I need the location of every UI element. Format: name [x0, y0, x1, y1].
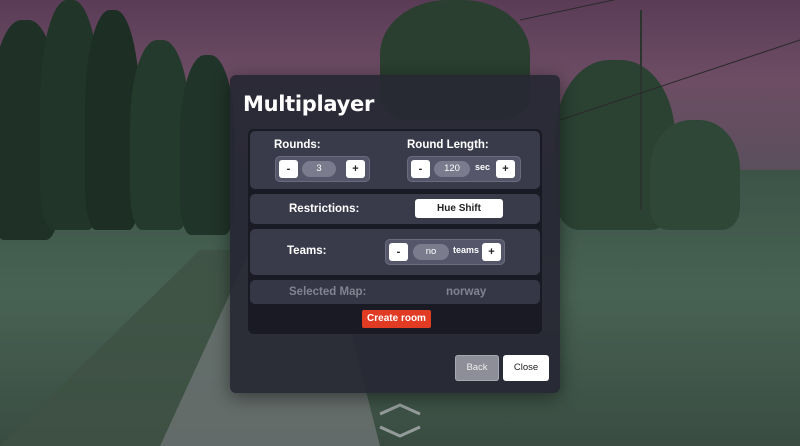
round-length-unit: sec	[475, 162, 491, 172]
round-length-increment-button[interactable]: +	[496, 160, 515, 178]
settings-panel: Rounds: - 3 + Round Length: - 120 sec + …	[248, 129, 542, 334]
restrictions-label: Restrictions:	[289, 203, 360, 215]
teams-unit: teams	[453, 245, 480, 255]
rounds-value: 3	[302, 161, 336, 177]
teams-stepper: - no teams +	[385, 239, 505, 265]
rounds-increment-button[interactable]: +	[346, 160, 365, 178]
teams-label: Teams:	[287, 245, 327, 257]
round-length-label: Round Length:	[407, 139, 489, 151]
create-room-button[interactable]: Create room	[362, 310, 431, 328]
rounds-decrement-button[interactable]: -	[279, 160, 298, 178]
selected-map-value: norway	[446, 286, 487, 298]
teams-increment-button[interactable]: +	[482, 243, 501, 261]
round-length-value: 120	[434, 161, 470, 177]
round-length-decrement-button[interactable]: -	[411, 160, 430, 178]
close-button[interactable]: Close	[503, 355, 549, 381]
dialog-title: Multiplayer	[243, 92, 375, 116]
selected-map-label: Selected Map:	[289, 286, 367, 298]
restrictions-select-button[interactable]: Hue Shift	[415, 199, 503, 218]
rounds-label: Rounds:	[274, 139, 321, 151]
teams-decrement-button[interactable]: -	[389, 243, 408, 261]
rounds-card: Rounds: - 3 + Round Length: - 120 sec +	[250, 131, 540, 189]
multiplayer-dialog: Multiplayer Rounds: - 3 + Round Length: …	[230, 75, 560, 393]
teams-value: no	[413, 244, 449, 260]
back-button[interactable]: Back	[455, 355, 499, 381]
chevron-down-icon[interactable]	[377, 424, 423, 438]
teams-card: Teams: - no teams +	[250, 229, 540, 275]
rounds-stepper: - 3 +	[275, 156, 370, 182]
chevron-up-icon[interactable]	[377, 402, 423, 416]
selected-map-card: Selected Map: norway	[250, 280, 540, 304]
restrictions-card: Restrictions: Hue Shift	[250, 194, 540, 224]
round-length-stepper: - 120 sec +	[407, 156, 521, 182]
